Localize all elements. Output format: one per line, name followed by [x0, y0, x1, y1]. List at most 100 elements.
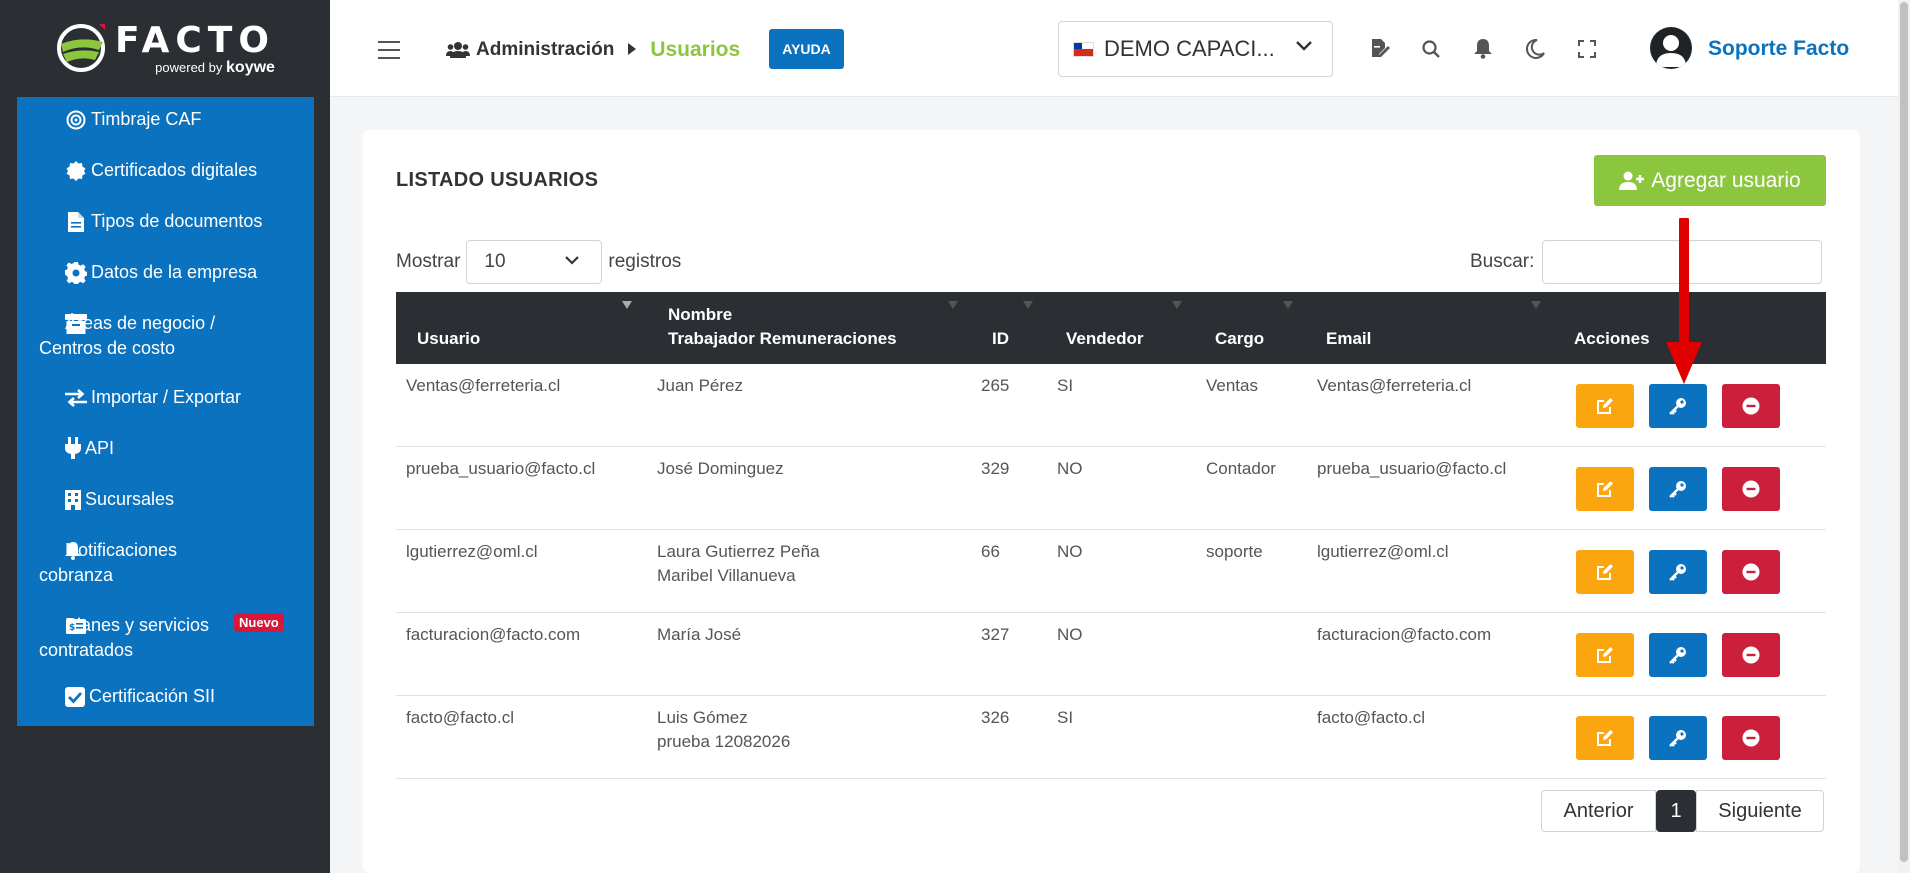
change-password-button[interactable] — [1649, 467, 1707, 511]
add-user-label: Agregar usuario — [1651, 168, 1801, 192]
delete-button[interactable] — [1722, 550, 1780, 594]
sidebar-item-datos-empresa[interactable]: Datos de la empresa — [17, 251, 314, 302]
col-id[interactable]: ID — [992, 327, 1009, 351]
sidebar-item-importar-exportar[interactable]: Importar / Exportar — [17, 381, 314, 432]
cell-usuario: lgutierrez@oml.cl — [406, 542, 538, 561]
edit-button[interactable] — [1576, 467, 1634, 511]
sort-icon[interactable] — [1023, 300, 1033, 310]
facto-logo[interactable]: FACTO powered by koywe — [0, 0, 330, 96]
user-name[interactable]: Soporte Facto — [1708, 37, 1849, 61]
col-email[interactable]: Email — [1326, 327, 1371, 351]
sidebar-item-areas-negocio[interactable]: Áreas de negocio / Centros de costo — [17, 302, 314, 381]
key-icon — [1669, 564, 1686, 581]
pagination: Anterior 1 Siguiente — [1541, 790, 1824, 832]
sort-icon[interactable] — [1283, 300, 1293, 310]
sidebar-item-notificaciones[interactable]: Notificaciones cobranza — [17, 534, 314, 609]
sort-icon[interactable] — [1531, 300, 1541, 310]
edit-icon — [1597, 481, 1613, 497]
edit-icon — [1597, 564, 1613, 580]
page-scrollbar[interactable] — [1898, 0, 1910, 873]
change-password-button[interactable] — [1649, 550, 1707, 594]
delete-button[interactable] — [1722, 384, 1780, 428]
sidebar-item-planes-servicios[interactable]: $ Planes y servicios contratados Nuevo — [17, 609, 314, 684]
cell-nombre: María José — [657, 623, 741, 647]
delete-button[interactable] — [1722, 716, 1780, 760]
help-button[interactable]: AYUDA — [769, 29, 844, 69]
cell-nombre-text: Luis Gómez — [657, 708, 748, 727]
cell-nombre: José Dominguez — [657, 457, 784, 481]
sidebar-item-label: Datos de la empresa — [91, 262, 258, 282]
col-vendedor[interactable]: Vendedor — [1066, 327, 1143, 351]
cell-trabajador-text: prueba 12082026 — [657, 732, 791, 751]
minus-circle-icon — [1742, 480, 1760, 498]
sidebar-item-certificacion-sii[interactable]: Certificación SII — [17, 684, 314, 726]
cell-nombre: Laura Gutierrez Peña Maribel Villanueva — [657, 540, 820, 588]
key-icon — [1669, 647, 1686, 664]
col-usuario[interactable]: Usuario — [417, 327, 480, 351]
delete-button[interactable] — [1722, 467, 1780, 511]
sidebar-item-label-text: Notificaciones cobranza — [39, 540, 178, 585]
minus-circle-icon — [1742, 729, 1760, 747]
sidebar: FACTO powered by koywe Timbraje CAF Cert… — [0, 0, 330, 873]
col-cargo[interactable]: Cargo — [1215, 327, 1264, 351]
certificate-icon — [65, 160, 87, 182]
signature-icon[interactable] — [1369, 38, 1391, 60]
pagination-next-button[interactable]: Siguiente — [1696, 790, 1824, 832]
cell-id: 66 — [981, 542, 1000, 561]
edit-button[interactable] — [1576, 550, 1634, 594]
edit-icon — [1597, 398, 1613, 414]
col-nombre[interactable]: Nombre Trabajador Remuneraciones — [668, 303, 897, 351]
chevron-down-icon — [565, 256, 580, 265]
user-plus-icon — [1619, 171, 1645, 190]
edit-button[interactable] — [1576, 716, 1634, 760]
change-password-button[interactable] — [1649, 633, 1707, 677]
cell-nombre: Juan Pérez — [657, 374, 743, 398]
scrollbar-thumb[interactable] — [1900, 2, 1908, 862]
cell-id: 326 — [981, 708, 1010, 727]
sidebar-item-sucursales[interactable]: Sucursales — [17, 483, 314, 534]
delete-button[interactable] — [1722, 633, 1780, 677]
bell-icon — [65, 540, 81, 562]
change-password-button[interactable] — [1649, 384, 1707, 428]
sidebar-item-api[interactable]: API — [17, 432, 314, 483]
moon-icon[interactable] — [1524, 38, 1546, 60]
table-body: Ventas@ferreteria.cl Juan Pérez 265 SI V… — [396, 364, 1826, 779]
minus-circle-icon — [1742, 646, 1760, 664]
document-icon — [65, 211, 87, 233]
sidebar-item-certificados[interactable]: Certificados digitales — [17, 149, 314, 200]
cell-vendedor: NO — [1057, 542, 1083, 561]
pagination-page-1[interactable]: 1 — [1656, 790, 1696, 832]
chevron-down-icon — [1296, 41, 1312, 51]
users-card: LISTADO USUARIOS Agregar usuario Mostrar… — [363, 130, 1860, 873]
breadcrumb-parent[interactable]: Administración — [476, 39, 614, 61]
company-selector[interactable]: DEMO CAPACI... — [1058, 21, 1333, 77]
edit-button[interactable] — [1576, 384, 1634, 428]
change-password-button[interactable] — [1649, 716, 1707, 760]
hamburger-menu-icon[interactable] — [378, 41, 400, 59]
add-user-button[interactable]: Agregar usuario — [1594, 155, 1826, 206]
sort-icon[interactable] — [948, 300, 958, 310]
page-length-select[interactable]: 10 — [466, 240, 603, 284]
sidebar-item-label: Tipos de documentos — [91, 211, 263, 231]
cell-usuario: facto@facto.cl — [406, 708, 514, 727]
pagination-prev-button[interactable]: Anterior — [1541, 790, 1656, 832]
breadcrumb-current: Usuarios — [650, 38, 741, 61]
sidebar-item-timbraje-caf[interactable]: Timbraje CAF — [17, 107, 314, 149]
user-avatar[interactable] — [1650, 27, 1692, 69]
sort-desc-icon[interactable] — [622, 300, 632, 310]
col-acciones: Acciones — [1574, 329, 1650, 348]
brand-partner: koywe — [226, 58, 275, 76]
cell-nombre-text: José Dominguez — [657, 459, 784, 478]
chile-flag-icon — [1073, 41, 1094, 57]
cell-id: 265 — [981, 376, 1010, 395]
sidebar-item-tipos-documentos[interactable]: Tipos de documentos — [17, 200, 314, 251]
sort-icon[interactable] — [1172, 300, 1182, 310]
table-row: facturacion@facto.com María José 327 NO … — [396, 613, 1826, 696]
cell-vendedor: SI — [1057, 376, 1074, 395]
edit-button[interactable] — [1576, 633, 1634, 677]
search-icon[interactable] — [1420, 38, 1442, 60]
minus-circle-icon — [1742, 563, 1760, 581]
check-square-icon — [65, 686, 85, 708]
fullscreen-icon[interactable] — [1576, 38, 1598, 60]
bell-icon[interactable] — [1472, 38, 1494, 60]
